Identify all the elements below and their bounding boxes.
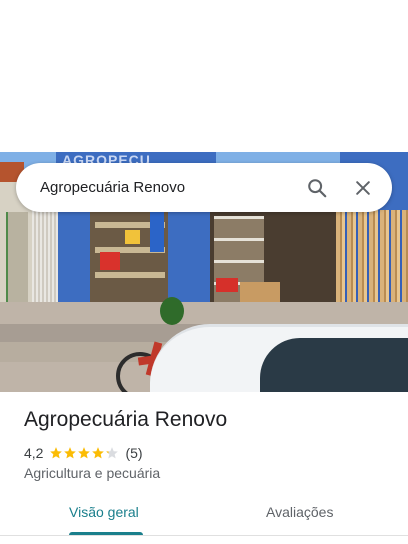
tab-overview[interactable]: Visão geral	[69, 504, 139, 520]
place-category[interactable]: Agricultura e pecuária	[24, 465, 160, 481]
star-icon	[106, 447, 119, 459]
review-count[interactable]: (5)	[125, 445, 142, 461]
rolling-shutter	[32, 207, 58, 307]
star-rating	[49, 446, 119, 460]
place-tabs: Visão geral Avaliações	[0, 492, 408, 544]
place-title: Agropecuária Renovo	[24, 408, 228, 431]
star-icon	[92, 447, 105, 459]
search-input[interactable]: Agropecuária Renovo	[40, 179, 288, 196]
goods	[150, 212, 164, 252]
shelf	[95, 272, 165, 278]
star-icon	[64, 447, 77, 459]
star-icon	[50, 447, 63, 459]
search-icon	[308, 178, 327, 197]
potted-plant	[160, 297, 184, 325]
close-icon	[356, 180, 370, 195]
clear-button[interactable]	[346, 171, 380, 205]
door	[6, 212, 28, 307]
goods	[216, 278, 238, 292]
search-button[interactable]	[300, 171, 334, 205]
goods	[100, 252, 120, 270]
rating-row[interactable]: 4,2 (5)	[24, 444, 143, 462]
car-window	[260, 338, 408, 392]
goods	[125, 230, 140, 244]
tab-divider	[0, 535, 408, 536]
search-bar[interactable]: Agropecuária Renovo	[16, 163, 392, 212]
blank-header-area	[0, 0, 408, 152]
rating-value: 4,2	[24, 445, 44, 461]
tab-reviews[interactable]: Avaliações	[266, 504, 333, 520]
star-icon	[78, 447, 91, 459]
